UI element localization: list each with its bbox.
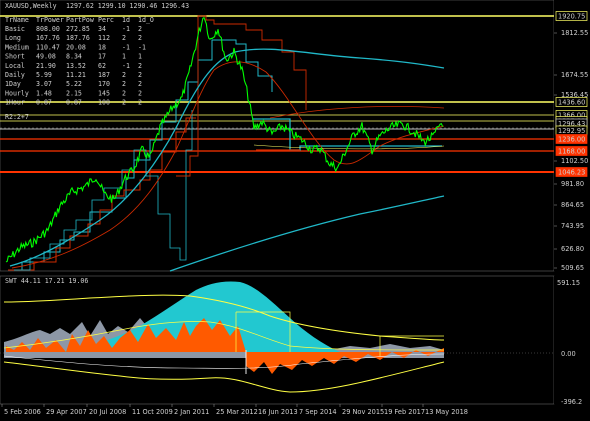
table-cell: 2: [138, 99, 142, 107]
table-cell: 187: [98, 71, 110, 79]
indicator-tick-zero: 0.00: [561, 350, 576, 358]
table-cell: 0.87: [36, 99, 52, 107]
table-column-header: 1d: [122, 16, 130, 24]
table-column-header: TrName: [5, 16, 29, 24]
chart-ohlc: 1297.62 1299.10 1290.46 1296.43: [66, 2, 189, 10]
table-cell: 100: [98, 99, 110, 107]
price-label: 1168.00: [558, 148, 585, 156]
table-cell: 1.48: [36, 89, 52, 97]
chart-symbol: XAUUSD,Weekly: [5, 2, 57, 10]
table-cell: Hourly: [5, 89, 29, 97]
level-tag: R2:2+7: [5, 113, 29, 121]
time-tick-label: 25 Mar 2012: [216, 408, 258, 416]
time-tick-label: 20 Jul 2008: [89, 408, 126, 416]
table-column-header: TrPower: [36, 16, 64, 24]
table-cell: 187.76: [66, 34, 90, 42]
chart-window[interactable]: XAUUSD,Weekly 1297.62 1299.10 1290.46 12…: [0, 0, 590, 421]
time-tick-label: 16 Jun 2013: [258, 408, 298, 416]
table-cell: 808.00: [36, 25, 60, 33]
table-cell: 167.76: [36, 34, 60, 42]
price-tick-label: 864.65: [561, 201, 584, 209]
table-cell: 272.85: [66, 25, 90, 33]
price-label: 1920.75: [558, 13, 585, 21]
table-column-header: Perc: [98, 16, 114, 24]
price-panel[interactable]: XAUUSD,Weekly 1297.62 1299.10 1290.46 12…: [0, 0, 555, 272]
table-cell: 18: [98, 43, 106, 51]
time-tick-label: 5 Feb 2006: [4, 408, 41, 416]
table-cell: Local: [5, 62, 25, 70]
table-column-header: PartPow: [66, 16, 94, 24]
price-tick-label: 743.95: [561, 222, 584, 230]
price-label: 1436.60: [558, 99, 585, 107]
table-cell: 2: [138, 89, 142, 97]
indicator-tick-min: -396.2: [561, 398, 582, 406]
table-cell: 5.22: [66, 80, 82, 88]
price-label: 1236.00: [558, 136, 585, 144]
price-tick-label: 1812.55: [561, 29, 588, 37]
table-cell: 5.99: [36, 71, 52, 79]
table-cell: 145: [98, 89, 110, 97]
table-cell: 2: [138, 80, 142, 88]
time-tick-label: 11 Oct 2009: [132, 408, 173, 416]
price-tick-label: 1102.50: [561, 157, 588, 165]
table-cell: 2: [122, 99, 126, 107]
indicator-tick-max: 591.15: [557, 279, 580, 287]
table-cell: Medium: [5, 43, 29, 51]
table-cell: 112: [98, 34, 110, 42]
table-cell: 2: [122, 71, 126, 79]
table-cell: 21.90: [36, 62, 56, 70]
time-tick-label: 29 Nov 2015: [342, 408, 384, 416]
time-tick-label: 2 Jan 2011: [174, 408, 209, 416]
table-cell: 11.21: [66, 71, 86, 79]
time-tick-label: 7 Sep 2014: [299, 408, 337, 416]
table-cell: 1: [122, 53, 126, 61]
table-cell: -1: [122, 43, 130, 51]
table-cell: 2: [138, 71, 142, 79]
table-cell: 2.15: [66, 89, 82, 97]
time-tick-label: 19 Feb 2017: [384, 408, 425, 416]
table-cell: -1: [122, 62, 130, 70]
table-cell: Basic: [5, 25, 25, 33]
price-label: 1292.95: [558, 127, 585, 135]
table-cell: 170: [98, 80, 110, 88]
table-cell: 0.87: [66, 99, 82, 107]
time-tick-label: 29 Apr 2007: [46, 408, 87, 416]
table-cell: -1: [138, 43, 146, 51]
table-cell: 3.07: [36, 80, 52, 88]
price-tick-label: 981.80: [561, 180, 584, 188]
time-tick-label: 13 May 2018: [425, 408, 468, 416]
table-cell: Short: [5, 53, 25, 61]
table-cell: Long: [5, 34, 21, 42]
table-column-header: 1d_O: [138, 16, 154, 24]
table-cell: 8.34: [66, 53, 82, 61]
table-cell: 2: [122, 89, 126, 97]
table-cell: 110.47: [36, 43, 60, 51]
price-label: 1046.23: [558, 169, 585, 177]
table-cell: 1Hour: [5, 99, 25, 107]
price-tick-label: 1674.55: [561, 71, 588, 79]
table-cell: 62: [98, 62, 106, 70]
indicator-panel[interactable]: SWT 44.11 17.21 19.06: [0, 275, 555, 405]
indicator-title: SWT 44.11 17.21 19.06: [5, 277, 88, 285]
table-cell: 2: [138, 25, 142, 33]
table-cell: 17: [98, 53, 106, 61]
indicator-axis-bg: [554, 276, 590, 404]
table-cell: 34: [98, 25, 106, 33]
table-cell: Daily: [5, 71, 25, 79]
price-axis[interactable]: 1812.551674.551536.451102.50981.80864.65…: [554, 0, 590, 272]
price-tick-label: 509.65: [561, 264, 584, 272]
table-cell: 2: [122, 80, 126, 88]
table-cell: 13.52: [66, 62, 86, 70]
indicator-axis[interactable]: 591.15 0.00 -396.2: [554, 276, 590, 406]
table-cell: 49.08: [36, 53, 56, 61]
table-cell: 2: [122, 34, 126, 42]
table-cell: 1: [138, 53, 142, 61]
table-cell: 2: [138, 62, 142, 70]
price-tick-label: 626.80: [561, 245, 584, 253]
time-axis[interactable]: 5 Feb 2006 29 Apr 2007 20 Jul 2008 11 Oct 2…: [1, 404, 468, 416]
table-cell: 2: [138, 34, 142, 42]
table-cell: 1Day: [5, 80, 21, 88]
table-cell: -1: [122, 25, 130, 33]
table-cell: 20.08: [66, 43, 86, 51]
